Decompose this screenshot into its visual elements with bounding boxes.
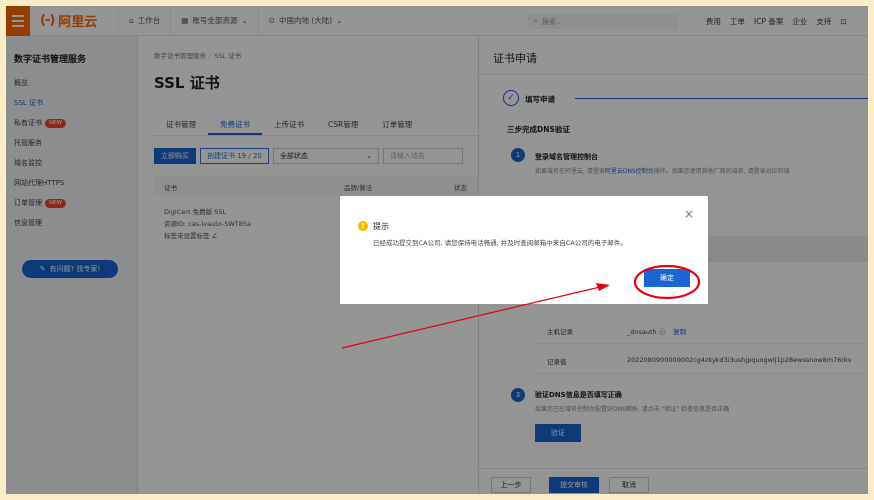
warning-icon: !	[358, 221, 368, 231]
close-icon[interactable]: ×	[684, 208, 694, 220]
confirm-button[interactable]: 确定	[644, 269, 690, 287]
notice-dialog: × ! 提示 已经成功提交到CA公司, 请您保持电话畅通, 并及时查阅邮箱中来自…	[340, 196, 708, 304]
app-screen: (-) 阿里云 ⌂ 工作台 ▦ 账号全部资源 ⌄ ⊙ 中国内地 (大陆) ⌄ ⌕…	[6, 6, 868, 494]
dialog-message: 已经成功提交到CA公司, 请您保持电话畅通, 并及时查阅邮箱中来自CA公司的电子…	[373, 239, 627, 247]
dialog-title: 提示	[373, 222, 389, 231]
